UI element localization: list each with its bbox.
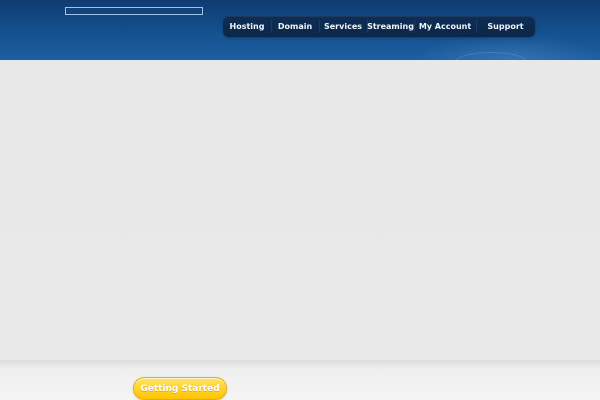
nav-item-hosting[interactable]: Hosting [223, 16, 271, 37]
site-logo[interactable] [65, 7, 203, 15]
nav-item-my-account[interactable]: My Account [414, 16, 476, 37]
nav-item-domain[interactable]: Domain [271, 16, 319, 37]
nav-item-services[interactable]: Services [319, 16, 367, 37]
site-header: Hosting Domain Services Streaming My Acc… [0, 0, 600, 60]
bottom-band [0, 360, 600, 400]
nav-item-support[interactable]: Support [476, 16, 535, 37]
page: Hosting Domain Services Streaming My Acc… [0, 0, 600, 400]
main-content-area [0, 60, 600, 360]
getting-started-button[interactable]: Getting Started [133, 377, 227, 400]
main-navigation: Hosting Domain Services Streaming My Acc… [223, 16, 535, 37]
nav-item-streaming[interactable]: Streaming [367, 16, 414, 37]
